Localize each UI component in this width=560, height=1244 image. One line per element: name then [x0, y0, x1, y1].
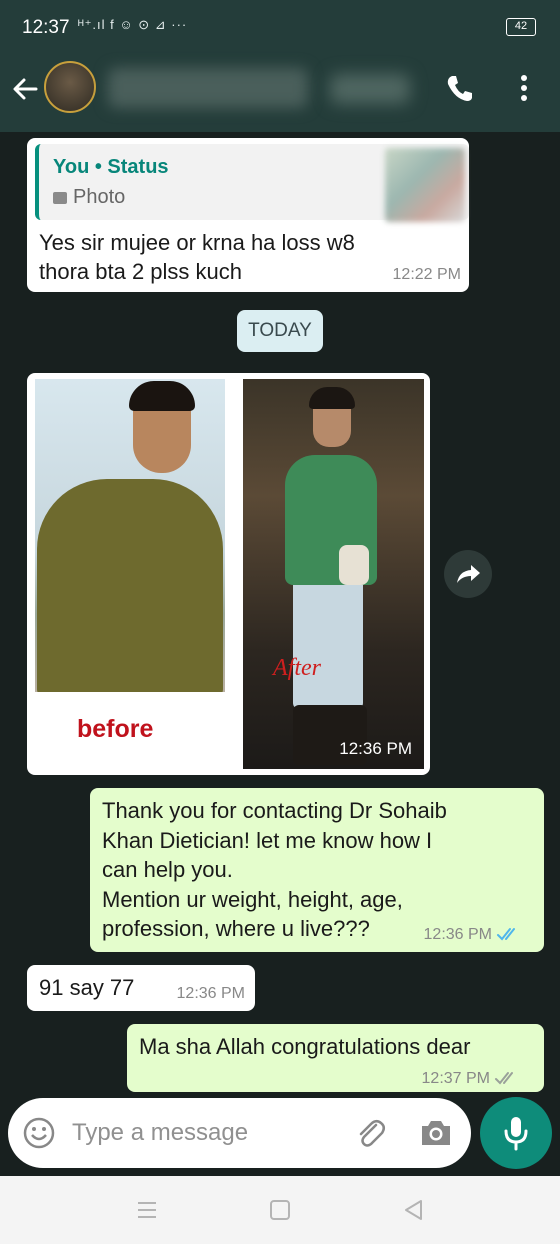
message-time: 12:37 PM: [421, 1070, 490, 1087]
status-thumbnail: [385, 148, 465, 222]
message-line: Mention ur weight, height, age,: [102, 886, 403, 912]
emoji-icon[interactable]: [22, 1116, 56, 1150]
message-time: 12:36 PM: [176, 985, 245, 1002]
message-photo[interactable]: before After 12:36 PM: [27, 373, 430, 775]
message-time: 12:22 PM: [392, 266, 461, 283]
message-text: Thank you for contacting Dr Sohaib Khan …: [102, 796, 447, 944]
quoted-author: You • Status: [53, 156, 169, 178]
message-line: Khan Dietician! let me know how I: [102, 827, 433, 853]
system-nav-bar: [0, 1176, 560, 1244]
quoted-type-label: Photo: [73, 186, 126, 208]
forward-button[interactable]: [444, 550, 492, 598]
recent-apps-icon[interactable]: [136, 1200, 158, 1220]
message-text: Ma sha Allah congratulations dear: [139, 1034, 471, 1059]
back-triangle-icon[interactable]: [402, 1198, 424, 1222]
message-input[interactable]: [72, 1112, 342, 1154]
date-separator: TODAY: [237, 310, 323, 352]
message-text: 91 say 77: [39, 975, 135, 1000]
microphone-icon: [504, 1117, 528, 1151]
status-indicators: ᴴ⁺.ıl f ☺ ⊙ ⊿ ···: [78, 17, 188, 32]
quoted-type: Photo: [53, 186, 125, 209]
battery-icon: 42: [506, 18, 536, 36]
paperclip-icon[interactable]: [354, 1116, 388, 1150]
double-check-icon: [495, 1072, 513, 1085]
voice-message-button[interactable]: [480, 1097, 552, 1169]
message-time: 12:36 PM: [339, 739, 412, 758]
message-line: Yes sir mujee or krna ha loss w8: [39, 230, 355, 255]
chat-header: [0, 56, 560, 132]
after-label: After: [273, 655, 321, 681]
phone-icon[interactable]: [444, 72, 476, 104]
home-icon[interactable]: [270, 1200, 290, 1220]
status-bar: 12:37 ᴴ⁺.ıl f ☺ ⊙ ⊿ ··· 42: [0, 0, 560, 56]
camera-icon: [53, 192, 67, 204]
message-line: profession, where u live???: [102, 916, 370, 941]
redacted-area: [330, 74, 410, 104]
camera-icon[interactable]: [418, 1116, 454, 1150]
message-text: Yes sir mujee or krna ha loss w8 thora b…: [39, 228, 355, 286]
contact-name-redacted[interactable]: [108, 68, 308, 108]
status-time: 12:37: [22, 17, 70, 38]
message-line: Thank you for contacting Dr Sohaib: [102, 798, 447, 823]
message-composer: [8, 1098, 471, 1168]
message-outgoing[interactable]: Ma sha Allah congratulations dear 12:37 …: [127, 1024, 544, 1092]
message-time: 12:36 PM: [423, 926, 492, 943]
after-photo[interactable]: After 12:36 PM: [243, 379, 424, 769]
message-line: can help you.: [102, 857, 233, 882]
message-line: thora bta 2 plss kuch: [39, 259, 243, 284]
forward-icon: [457, 565, 480, 583]
arrow-left-icon[interactable]: [10, 74, 40, 104]
message-outgoing[interactable]: Thank you for contacting Dr Sohaib Khan …: [90, 788, 544, 952]
before-label: before: [77, 715, 154, 743]
quoted-status[interactable]: You • Status Photo: [35, 144, 469, 222]
before-photo[interactable]: [35, 379, 225, 692]
more-vertical-icon[interactable]: [514, 72, 534, 104]
double-check-read-icon: [497, 928, 515, 941]
message-incoming[interactable]: 91 say 77 12:36 PM: [27, 965, 255, 1011]
message-incoming[interactable]: You • Status Photo Yes sir mujee or krna…: [27, 138, 469, 292]
avatar[interactable]: [44, 61, 96, 113]
